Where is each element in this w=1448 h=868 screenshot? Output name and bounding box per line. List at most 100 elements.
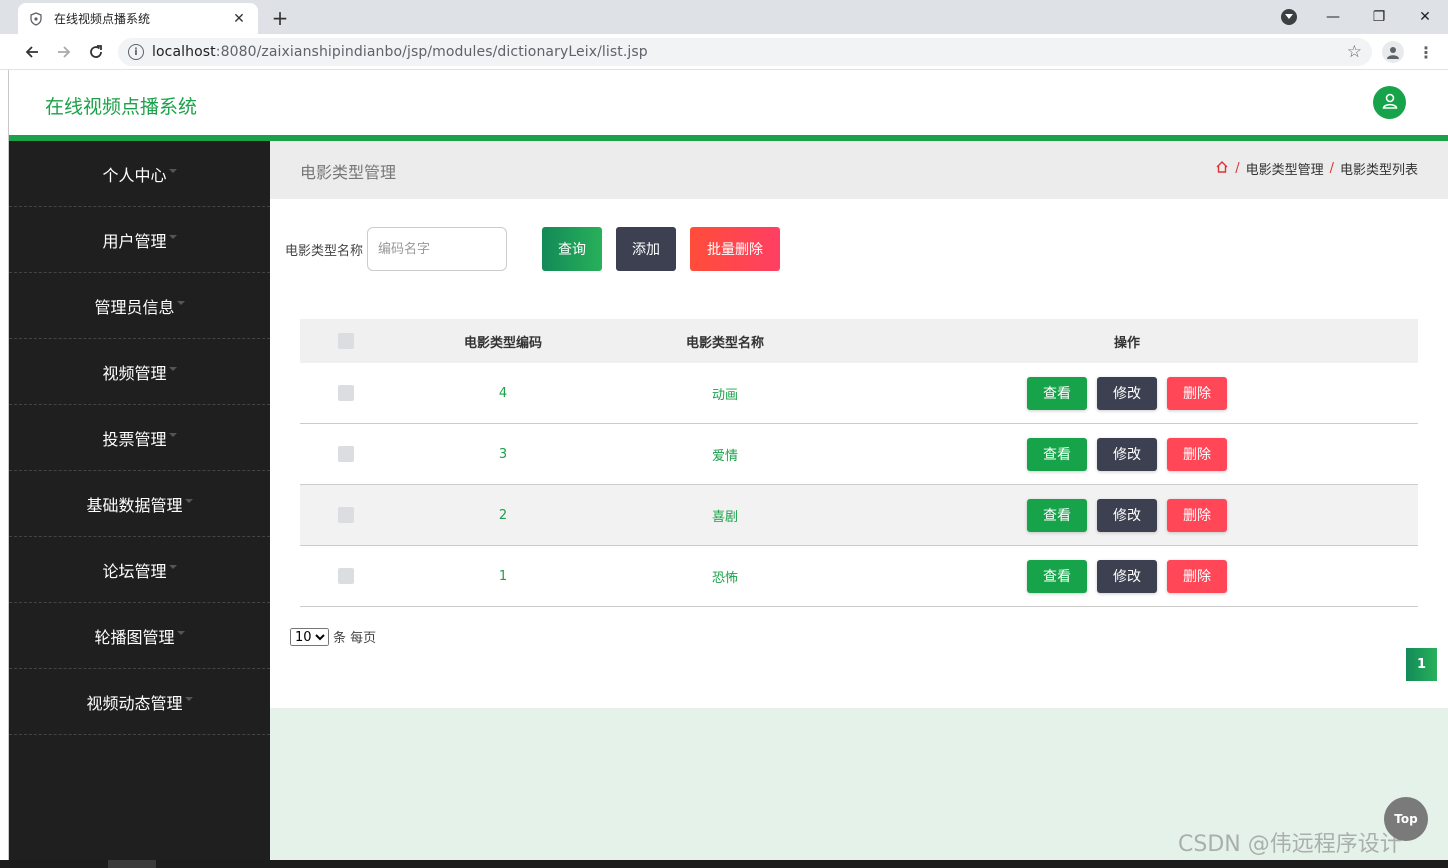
sidebar-item-video-news[interactable]: 视频动态管理 [9, 669, 270, 735]
breadcrumb-item[interactable]: 电影类型管理 [1246, 159, 1324, 178]
home-icon[interactable] [1215, 160, 1229, 178]
app-title: 在线视频点播系统 [45, 96, 198, 118]
cell-code: 4 [498, 385, 508, 401]
cell-code: 1 [498, 568, 508, 584]
row-checkbox[interactable] [338, 385, 354, 401]
taskbar [0, 860, 1448, 868]
url-field[interactable]: i localhost:8080/zaixianshipindianbo/jsp… [118, 38, 1372, 66]
table-row: 3 爱情 查看 修改 删除 [300, 424, 1418, 485]
sidebar-item-admin-info[interactable]: 管理员信息 [9, 273, 270, 339]
sidebar-item-carousel[interactable]: 轮播图管理 [9, 603, 270, 669]
sidebar-item-label: 基础数据管理 [86, 495, 183, 515]
chrome-menu-dot-icon[interactable] [1281, 9, 1297, 25]
sidebar-item-user-management[interactable]: 用户管理 [9, 207, 270, 273]
edit-button[interactable]: 修改 [1097, 498, 1157, 532]
search-label: 电影类型名称 [285, 243, 364, 259]
restore-icon[interactable]: ❐ [1356, 0, 1402, 34]
url-host: localhost [152, 44, 216, 60]
content-panel: 电影类型名称 查询 添加 批量删除 电影类型编码 电影类型名称 操作 4 动画 … [270, 199, 1448, 708]
sidebar-item-label: 用户管理 [102, 231, 167, 251]
add-button[interactable]: 添加 [616, 227, 677, 271]
sidebar-item-video-management[interactable]: 视频管理 [9, 339, 270, 405]
caret-down-icon [184, 498, 193, 503]
caret-down-icon [168, 234, 177, 239]
delete-button[interactable]: 删除 [1167, 498, 1227, 532]
row-checkbox[interactable] [338, 507, 354, 523]
edit-button[interactable]: 修改 [1097, 437, 1157, 471]
view-button[interactable]: 查看 [1027, 437, 1087, 471]
address-bar: i localhost:8080/zaixianshipindianbo/jsp… [0, 34, 1448, 70]
cell-name: 恐怖 [711, 570, 738, 586]
browser-tab-strip: 在线视频点播系统 ✕ + — ❐ ✕ [0, 0, 1448, 34]
table-header: 电影类型编码 电影类型名称 操作 [300, 319, 1418, 363]
page-size-select[interactable]: 10 [290, 627, 329, 646]
watermark: CSDN @伟远程序设计 [1178, 832, 1402, 857]
sidebar-item-label: 个人中心 [102, 165, 167, 185]
delete-button[interactable]: 删除 [1167, 376, 1227, 410]
browser-tab[interactable]: 在线视频点播系统 ✕ [18, 3, 258, 34]
sidebar-item-label: 视频管理 [102, 363, 167, 383]
more-menu-icon[interactable]: ⋮ [1418, 41, 1434, 63]
cell-code: 3 [498, 446, 508, 462]
title-bar: 电影类型管理 / 电影类型管理 / 电影类型列表 [270, 141, 1448, 199]
site-info-icon[interactable]: i [128, 44, 144, 60]
page-number-button[interactable]: 1 [1406, 648, 1437, 681]
main-area: 电影类型管理 / 电影类型管理 / 电影类型列表 电影类型名称 查询 添加 批量… [270, 141, 1448, 860]
cell-name: 动画 [711, 387, 738, 403]
sidebar: 个人中心 用户管理 管理员信息 视频管理 投票管理 基础数据管理 论坛管理 轮播… [9, 141, 270, 860]
minimize-icon[interactable]: — [1310, 0, 1356, 34]
app-header: 在线视频点播系统 [9, 70, 1448, 136]
view-button[interactable]: 查看 [1027, 498, 1087, 532]
row-checkbox[interactable] [338, 446, 354, 462]
delete-button[interactable]: 删除 [1167, 437, 1227, 471]
view-button[interactable]: 查看 [1027, 376, 1087, 410]
table-row: 2 喜剧 查看 修改 删除 [300, 485, 1418, 546]
sidebar-item-label: 论坛管理 [102, 561, 167, 581]
profile-icon[interactable] [1382, 41, 1404, 63]
caret-down-icon [176, 630, 185, 635]
sidebar-item-label: 轮播图管理 [94, 627, 175, 647]
taskbar-item[interactable] [108, 860, 156, 868]
search-input[interactable] [367, 227, 508, 271]
tab-title: 在线视频点播系统 [54, 12, 151, 26]
user-avatar-button[interactable] [1373, 86, 1406, 119]
close-tab-icon[interactable]: ✕ [230, 11, 248, 27]
window-edge [0, 70, 9, 868]
breadcrumb: / 电影类型管理 / 电影类型列表 [1215, 159, 1418, 178]
table-row: 1 恐怖 查看 修改 删除 [300, 546, 1418, 607]
shield-icon [28, 11, 44, 27]
header-name: 电影类型名称 [685, 335, 764, 351]
row-checkbox[interactable] [338, 568, 354, 584]
edit-button[interactable]: 修改 [1097, 559, 1157, 593]
type-table: 电影类型编码 电影类型名称 操作 4 动画 查看 修改 删除 3 爱情 查看 修… [300, 319, 1418, 607]
back-icon[interactable] [20, 40, 44, 64]
search-form: 电影类型名称 查询 添加 批量删除 [285, 227, 781, 271]
caret-down-icon [176, 300, 185, 305]
reload-icon[interactable] [84, 40, 108, 64]
query-button[interactable]: 查询 [542, 227, 603, 271]
forward-icon[interactable] [52, 40, 76, 64]
delete-button[interactable]: 删除 [1167, 559, 1227, 593]
bookmark-star-icon[interactable]: ☆ [1347, 42, 1362, 62]
caret-down-icon [168, 432, 177, 437]
sidebar-item-vote-management[interactable]: 投票管理 [9, 405, 270, 471]
edit-button[interactable]: 修改 [1097, 376, 1157, 410]
header-code: 电影类型编码 [463, 335, 542, 351]
select-all-checkbox[interactable] [338, 333, 354, 349]
view-button[interactable]: 查看 [1027, 559, 1087, 593]
sidebar-item-personal-center[interactable]: 个人中心 [9, 141, 270, 207]
batch-delete-button[interactable]: 批量删除 [690, 227, 781, 271]
new-tab-icon[interactable]: + [268, 6, 292, 30]
window-close-icon[interactable]: ✕ [1402, 0, 1448, 34]
caret-down-icon [168, 564, 177, 569]
sidebar-item-forum[interactable]: 论坛管理 [9, 537, 270, 603]
sidebar-item-label: 管理员信息 [94, 297, 175, 317]
sidebar-item-label: 投票管理 [102, 429, 167, 449]
url-path: :8080/zaixianshipindianbo/jsp/modules/di… [215, 44, 648, 60]
sidebar-item-base-data[interactable]: 基础数据管理 [9, 471, 270, 537]
header-ops: 操作 [1113, 335, 1140, 351]
page-size-control: 10 条 每页 [290, 627, 376, 646]
cell-name: 喜剧 [711, 509, 738, 525]
sidebar-item-label: 视频动态管理 [86, 693, 183, 713]
user-icon [1381, 92, 1399, 114]
